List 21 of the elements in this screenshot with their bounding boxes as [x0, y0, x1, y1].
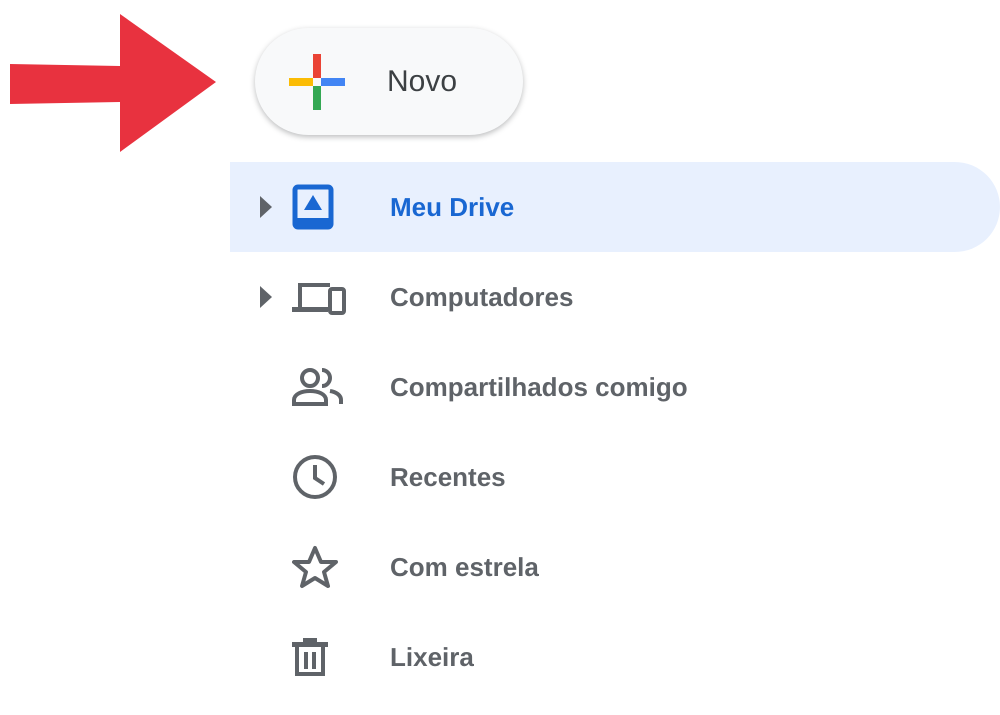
nav-label: Lixeira	[390, 640, 474, 674]
nav-item[interactable]: Com estrela	[230, 522, 1000, 612]
drive-icon	[292, 184, 334, 230]
caret-icon[interactable]	[260, 286, 272, 308]
trash-icon	[292, 636, 328, 678]
nav-label: Com estrela	[390, 550, 539, 584]
nav-label: Compartilhados comigo	[390, 370, 688, 404]
nav-item[interactable]: Computadores	[230, 252, 1000, 342]
star-icon	[292, 545, 338, 589]
caret-icon[interactable]	[260, 196, 272, 218]
nav-label: Computadores	[390, 280, 574, 314]
nav-item[interactable]: Recentes	[230, 432, 1000, 522]
people-icon	[292, 368, 344, 406]
nav-label: Recentes	[390, 460, 506, 494]
nav-item[interactable]: Lixeira	[230, 612, 1000, 702]
nav-item[interactable]: Compartilhados comigo	[230, 342, 1000, 432]
nav-item[interactable]: Meu Drive	[230, 162, 1000, 252]
nav-label: Meu Drive	[390, 190, 514, 224]
new-button[interactable]: Novo	[255, 28, 523, 135]
plus-icon	[289, 54, 345, 110]
clock-icon	[292, 454, 338, 500]
